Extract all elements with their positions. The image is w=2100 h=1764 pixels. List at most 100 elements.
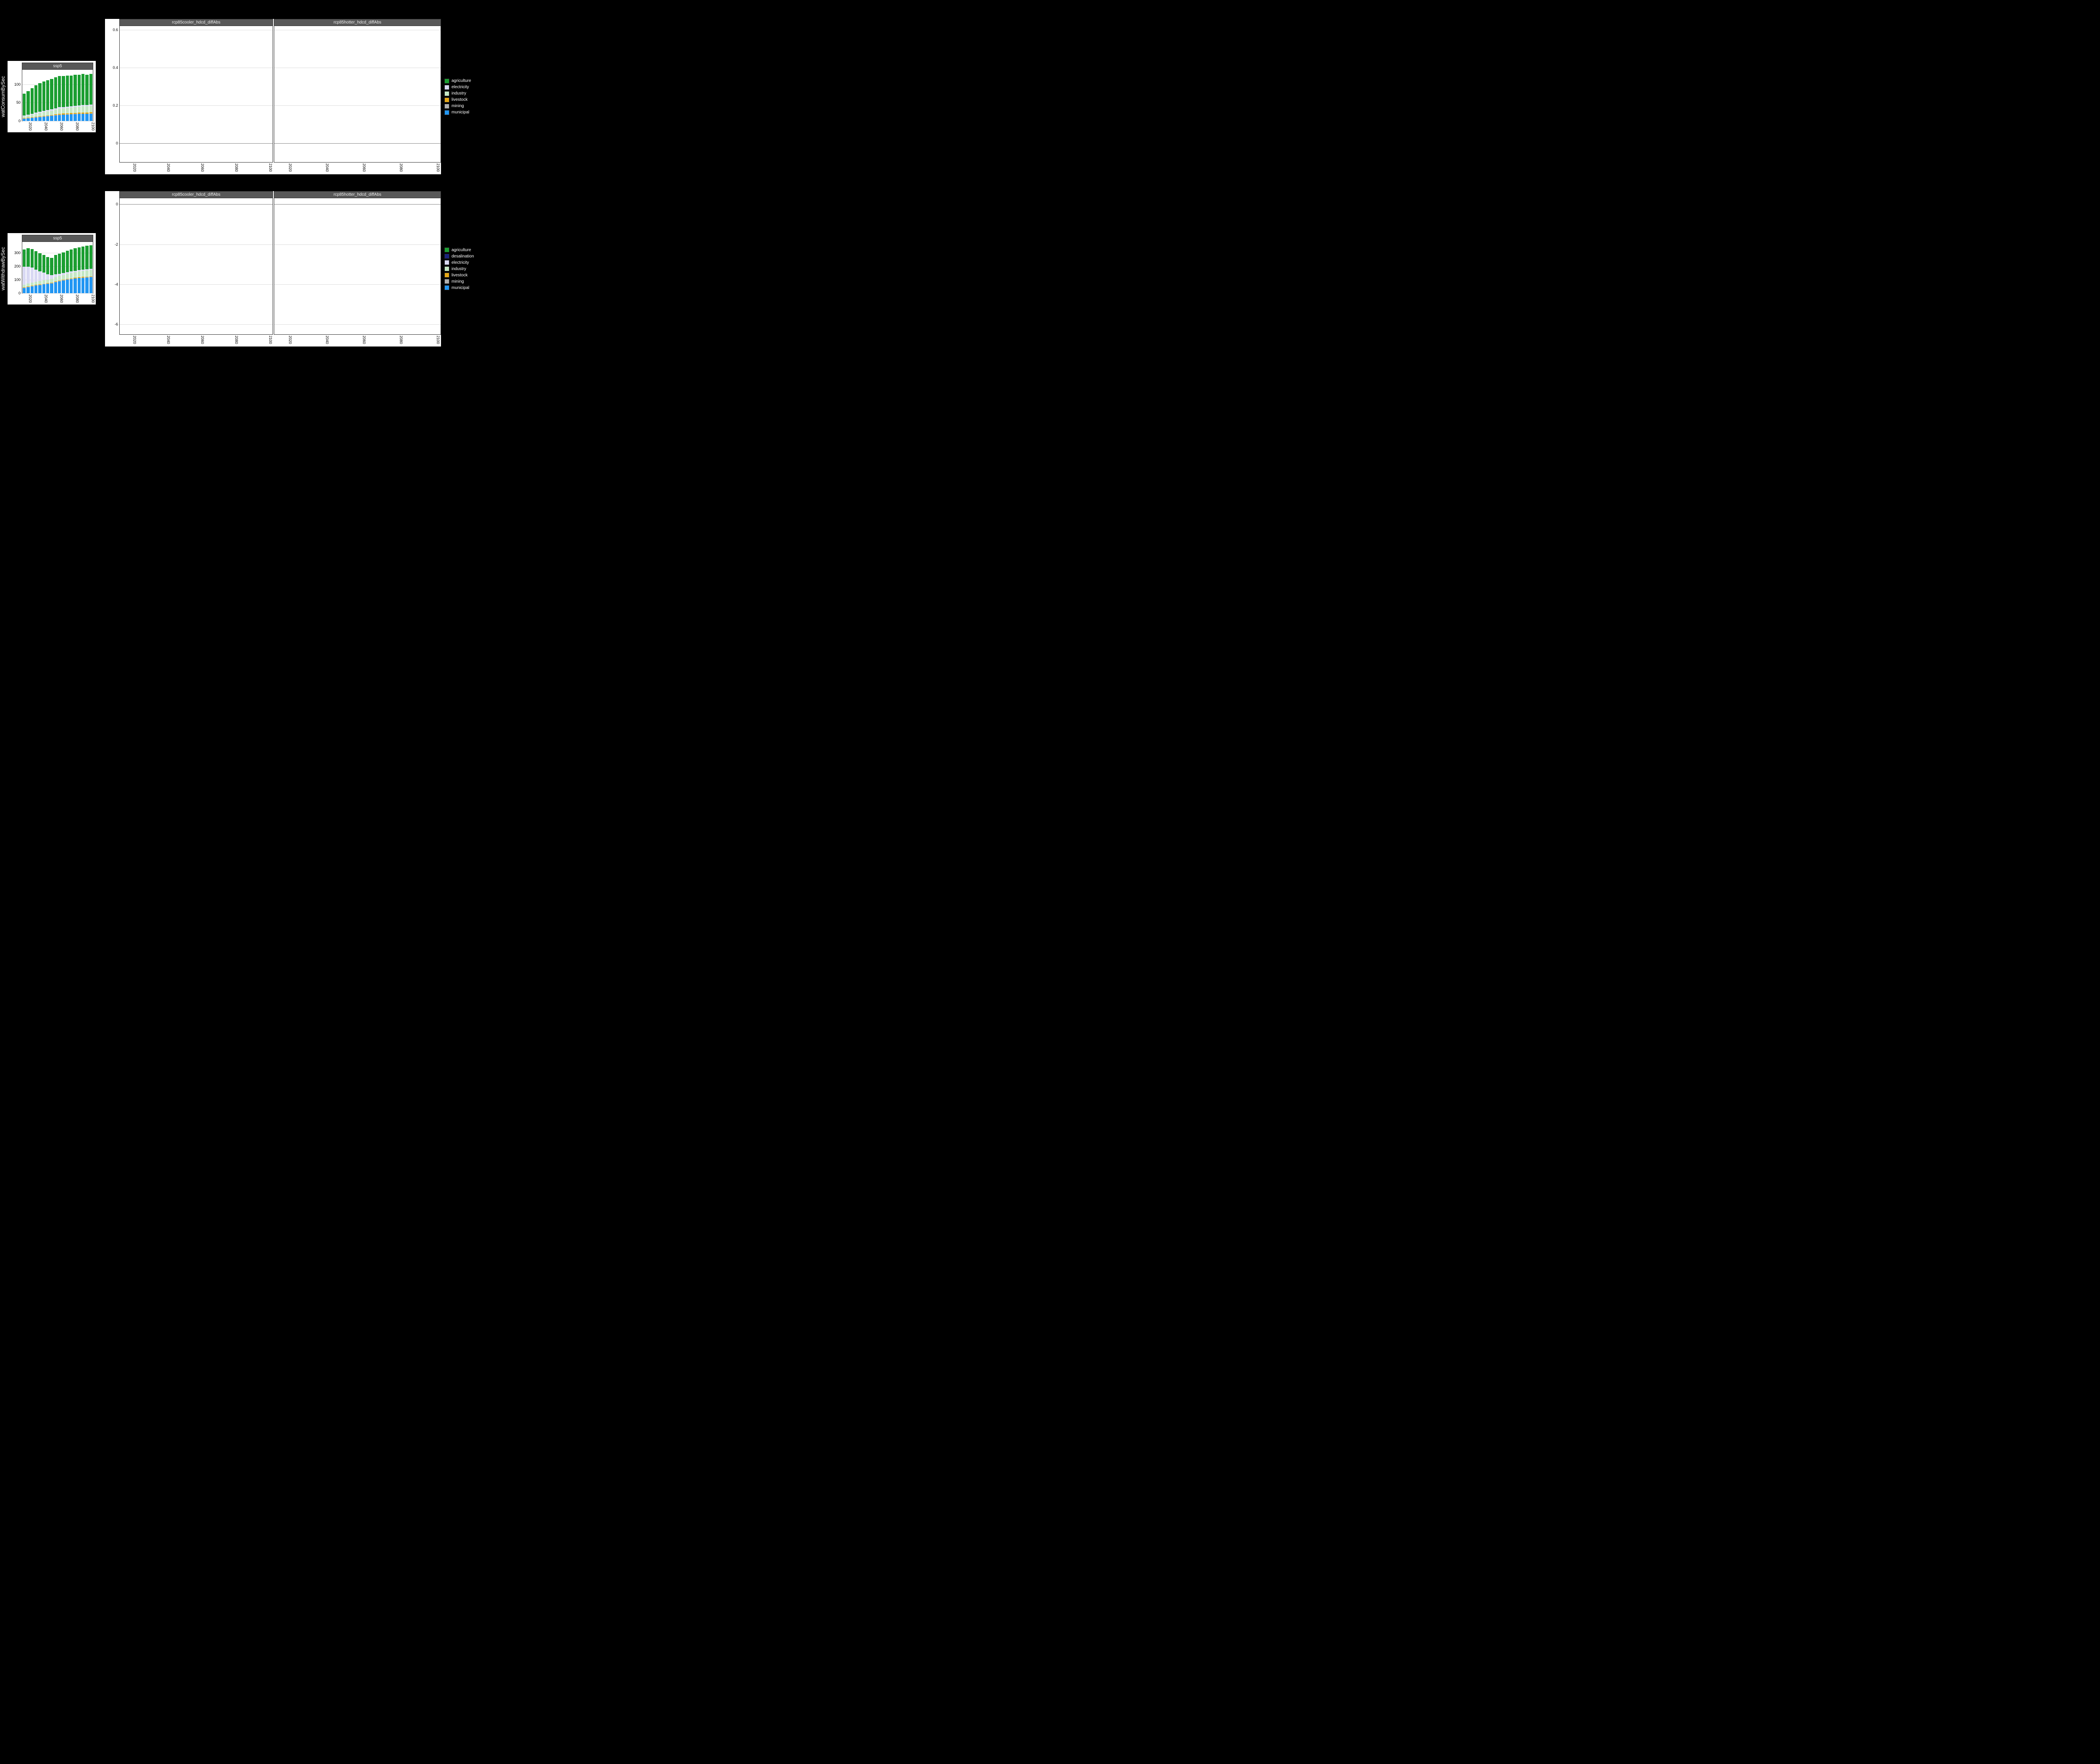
bar-segment-electricity bbox=[26, 267, 30, 284]
bar-segment-municipal bbox=[58, 115, 61, 121]
y-tick-label: 0.4 bbox=[113, 66, 120, 70]
facet-strip: rcp85hotter_hdcd_diffAbs bbox=[274, 191, 441, 198]
bar-segment-agriculture bbox=[38, 253, 42, 271]
x-tick-label: 2020 bbox=[28, 293, 32, 303]
plot-area: 00.20.40.620202040206020802100 bbox=[119, 26, 273, 163]
legend-item-livestock: livestock bbox=[444, 273, 487, 278]
bar-segment-municipal bbox=[31, 286, 34, 293]
big-holder: rcp85cooler_hdcd_diffAbs 00.20.40.620202… bbox=[97, 19, 504, 174]
x-tick-label: 2080 bbox=[399, 334, 403, 344]
bar bbox=[85, 72, 89, 121]
x-tick-label: 2040 bbox=[325, 162, 329, 172]
x-tick-label: 2040 bbox=[325, 334, 329, 344]
bar-segment-municipal bbox=[54, 282, 58, 293]
legend-swatch bbox=[444, 110, 449, 115]
bar-segment-agriculture bbox=[81, 74, 85, 105]
legend-swatch bbox=[444, 247, 449, 252]
legend-swatch bbox=[444, 285, 449, 290]
bar-segment-agriculture bbox=[23, 249, 26, 267]
bar bbox=[62, 247, 65, 293]
legend-swatch bbox=[444, 279, 449, 284]
bar-segment-agriculture bbox=[66, 76, 69, 107]
bar-segment-industry bbox=[31, 283, 34, 286]
legend-label: municipal bbox=[452, 110, 469, 115]
bar bbox=[38, 77, 42, 121]
x-tick-label: 2040 bbox=[44, 293, 48, 303]
bar-segment-industry bbox=[85, 270, 89, 277]
y-tick-label: 100 bbox=[14, 278, 22, 282]
bar-segment-municipal bbox=[81, 114, 85, 121]
bar-segment-industry bbox=[54, 110, 58, 114]
bar-segment-agriculture bbox=[81, 247, 85, 270]
small-holder: watWithdrawBySec ssp5 010020030020202040… bbox=[0, 233, 97, 304]
bar bbox=[81, 72, 85, 121]
x-tick-label: 2100 bbox=[268, 334, 273, 344]
bar-segment-agriculture bbox=[70, 76, 73, 106]
facet-strip: rcp85hotter_hdcd_diffAbs bbox=[274, 19, 441, 26]
bar-segment-municipal bbox=[26, 118, 30, 121]
bar-segment-industry bbox=[46, 280, 50, 284]
bar bbox=[74, 245, 77, 293]
panel-consum-cooler: rcp85cooler_hdcd_diffAbs 00.20.40.620202… bbox=[105, 19, 273, 174]
bar-segment-industry bbox=[38, 113, 42, 116]
bar-segment-municipal bbox=[74, 278, 77, 293]
panel-withdraw-ssp5: ssp5 010020030020202040206020802100 bbox=[8, 233, 96, 304]
bar-segment-municipal bbox=[78, 278, 81, 293]
x-tick-label: 2080 bbox=[75, 293, 79, 303]
bar-segment-industry bbox=[74, 107, 77, 113]
x-tick-label: 2040 bbox=[44, 121, 48, 131]
plot-area: 010020030020202040206020802100 bbox=[22, 242, 93, 294]
facet-strip: ssp5 bbox=[22, 63, 93, 69]
bar-segment-electricity bbox=[38, 271, 42, 281]
bar bbox=[89, 72, 93, 121]
x-tick-label: 2040 bbox=[166, 162, 171, 172]
bar-segment-agriculture bbox=[34, 251, 38, 270]
legend-swatch bbox=[444, 85, 449, 90]
bar bbox=[34, 78, 38, 121]
bar-segment-agriculture bbox=[66, 251, 69, 272]
bar bbox=[54, 249, 58, 293]
legend-swatch bbox=[444, 97, 449, 102]
bar-segment-industry bbox=[50, 279, 53, 283]
legend-label: mining bbox=[452, 279, 464, 284]
bar-segment-electricity bbox=[34, 270, 38, 282]
bar-segment-agriculture bbox=[31, 249, 34, 268]
bar-segment-municipal bbox=[58, 281, 61, 293]
x-tick-label: 2080 bbox=[399, 162, 403, 172]
bar bbox=[42, 249, 46, 293]
facet-strip: rcp85cooler_hdcd_diffAbs bbox=[119, 191, 273, 198]
bar-segment-municipal bbox=[66, 115, 69, 121]
bar-segment-agriculture bbox=[42, 81, 46, 111]
bar-segment-industry bbox=[26, 284, 30, 286]
y-tick-label: 300 bbox=[14, 251, 22, 255]
legend-swatch bbox=[444, 273, 449, 278]
bar bbox=[78, 72, 81, 121]
bar bbox=[23, 246, 26, 293]
bar-segment-agriculture bbox=[31, 88, 34, 114]
x-tick-label: 2080 bbox=[75, 121, 79, 131]
legend-item-desalination: desalination bbox=[444, 254, 487, 259]
bar-segment-electricity bbox=[31, 268, 34, 283]
legend-label: electricity bbox=[452, 85, 469, 89]
y-tick-label: 0.2 bbox=[113, 103, 120, 108]
x-tick-label: 2060 bbox=[200, 162, 205, 172]
bar-segment-industry bbox=[78, 271, 81, 277]
bar-segment-municipal bbox=[46, 284, 50, 293]
bar bbox=[74, 72, 77, 121]
bar-segment-industry bbox=[50, 111, 53, 115]
bar-segment-industry bbox=[54, 277, 58, 281]
legend-row2: agriculturedesalinationelectricityindust… bbox=[441, 191, 487, 346]
bar-segment-agriculture bbox=[38, 83, 42, 112]
panel-consum-hotter: rcp85hotter_hdcd_diffAbs 202020402060208… bbox=[273, 19, 441, 174]
row-withdraw: watWithdrawBySec ssp5 010020030020202040… bbox=[0, 191, 504, 346]
bar-segment-agriculture bbox=[58, 76, 61, 107]
y-tick-label: 50 bbox=[16, 100, 22, 105]
bar-segment-municipal bbox=[62, 115, 65, 121]
legend-item-municipal: municipal bbox=[444, 285, 487, 290]
x-tick-label: 2060 bbox=[60, 293, 64, 303]
x-tick-label: 2100 bbox=[91, 293, 95, 303]
bar-segment-agriculture bbox=[46, 80, 50, 110]
bar-segment-agriculture bbox=[85, 246, 89, 269]
x-tick-label: 2040 bbox=[166, 334, 171, 344]
x-tick-label: 2100 bbox=[436, 334, 440, 344]
